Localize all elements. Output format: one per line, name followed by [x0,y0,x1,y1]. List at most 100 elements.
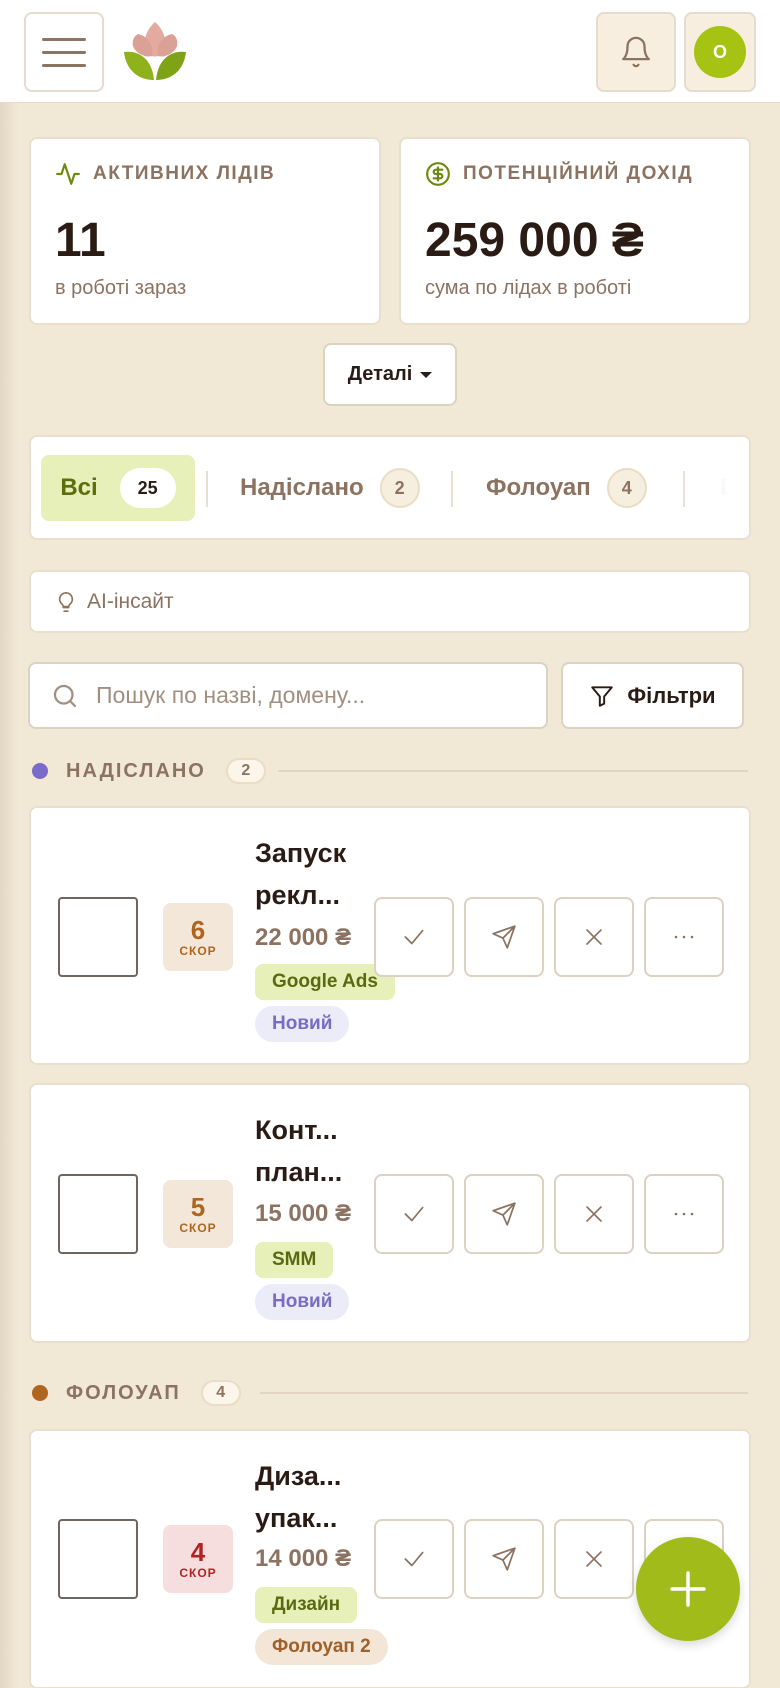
tab-count: 4 [606,468,647,508]
caret-down-icon [420,371,433,378]
score-value: 5 [190,1192,206,1222]
tab-count: 2 [379,468,420,508]
close-icon [586,929,602,945]
lead-card[interactable]: 6 СКОР Запуск рекл... 22 000 ₴ Google Ad… [29,806,751,1065]
lead-name[interactable]: Конт... план... [255,1109,365,1193]
lead-price: 14 000 ₴ [255,1545,352,1572]
menu-button[interactable] [24,12,104,92]
details-label: Деталі [347,363,413,385]
more-icon [674,1212,694,1216]
details-dropdown-button[interactable]: Деталі [323,343,457,406]
group-divider [260,1392,748,1394]
score-value: 6 [190,915,206,945]
lead-price: 15 000 ₴ [255,1200,352,1227]
potential-income-value: 259 000 ₴ [425,214,644,267]
active-leads-label: АКТИВНИХ ЛІДІВ [93,163,276,184]
lead-name[interactable]: Диза... упак... [255,1455,365,1539]
lead-name[interactable]: Запуск рекл... [255,832,365,916]
tabs-fade [679,437,749,538]
score-badge: 4 СКОР [163,1525,233,1593]
active-leads-subtitle: в роботі зараз [55,277,187,299]
group-title: ФОЛОУАП [66,1381,181,1404]
tab-label: Фолоуап [486,474,591,501]
send-button[interactable] [464,1174,544,1254]
status-tag: Новий [255,1006,350,1042]
lead-card[interactable]: 5 СКОР Конт... план... 15 000 ₴ SMM Нови… [29,1083,751,1343]
more-button[interactable] [644,1174,724,1254]
tab-label: Надіслано [240,474,364,501]
top-bar: O [0,0,780,103]
score-label: СКОР [179,1566,217,1580]
score-label: СКОР [179,944,217,958]
search-box[interactable] [28,662,548,729]
score-badge: 5 СКОР [163,1180,233,1248]
plus-icon [670,1571,706,1607]
check-icon [404,1551,424,1567]
category-tag: Дизайн [255,1587,358,1623]
group-count: 4 [200,1380,241,1406]
avatar: O [694,26,746,78]
group-title: НАДІСЛАНО [66,759,206,782]
more-button[interactable] [644,897,724,977]
notifications-button[interactable] [596,12,676,92]
score-label: СКОР [179,1221,217,1235]
group-dot [32,763,48,779]
reject-button[interactable] [554,1174,634,1254]
tab-divider [206,471,208,507]
filters-label: Фільтри [627,682,716,708]
lightbulb-icon [58,591,74,612]
dollar-circle-icon [426,162,450,186]
send-button[interactable] [464,1519,544,1599]
check-icon [404,1206,424,1222]
score-value: 4 [190,1537,206,1567]
status-tag: Новий [255,1284,350,1320]
potential-income-label: ПОТЕНЦІЙНИЙ ДОХІД [463,163,694,184]
reject-button[interactable] [554,1519,634,1599]
tab-sent[interactable]: Надіслано 2 [240,455,420,521]
status-tag: Фолоуап 2 [255,1629,388,1665]
filter-icon [591,685,614,707]
lead-checkbox[interactable] [58,1174,138,1254]
group-divider [278,770,748,772]
lead-card[interactable]: 4 СКОР Диза... упак... 14 000 ₴ Дизайн Ф… [29,1429,751,1688]
filters-button[interactable]: Фільтри [561,662,744,729]
ai-insight-label: AI-інсайт [87,589,174,613]
status-tabs: Всі 25 Надіслано 2 Фолоуап 4 Ві [29,435,751,540]
group-count: 2 [225,758,266,784]
group-header-sent[interactable]: НАДІСЛАНО 2 [32,756,266,786]
ai-insight-bar[interactable]: AI-інсайт [29,570,751,633]
close-icon [586,1551,602,1567]
send-icon [492,1202,516,1226]
group-header-followup[interactable]: ФОЛОУАП 4 [32,1378,241,1408]
lead-checkbox[interactable] [58,1519,138,1599]
reject-button[interactable] [554,897,634,977]
approve-button[interactable] [374,1519,454,1599]
close-icon [586,1206,602,1222]
potential-income-subtitle: сума по лідах в роботі [425,277,632,299]
tab-divider [451,471,453,507]
potential-income-card: ПОТЕНЦІЙНИЙ ДОХІД 259 000 ₴ сума по ліда… [399,137,751,325]
score-badge: 6 СКОР [163,903,233,971]
profile-button[interactable]: O [684,12,756,92]
lotus-logo-icon[interactable] [120,18,190,84]
check-icon [404,929,424,945]
more-icon [674,935,694,939]
send-button[interactable] [464,897,544,977]
tab-followup[interactable]: Фолоуап 4 [486,455,647,521]
approve-button[interactable] [374,1174,454,1254]
bell-icon [622,36,650,68]
tab-label: Всі [60,474,98,501]
approve-button[interactable] [374,897,454,977]
activity-icon [56,163,80,185]
group-dot [32,1385,48,1401]
lead-checkbox[interactable] [58,897,138,977]
search-icon [53,684,77,707]
hamburger-icon [42,37,86,41]
lead-price: 22 000 ₴ [255,924,352,951]
search-input[interactable] [96,682,516,709]
side-shadow [0,103,18,1688]
tab-all[interactable]: Всі 25 [41,455,195,521]
category-tag: SMM [255,1242,334,1278]
active-leads-value: 11 [55,214,106,267]
add-lead-button[interactable] [636,1537,740,1641]
